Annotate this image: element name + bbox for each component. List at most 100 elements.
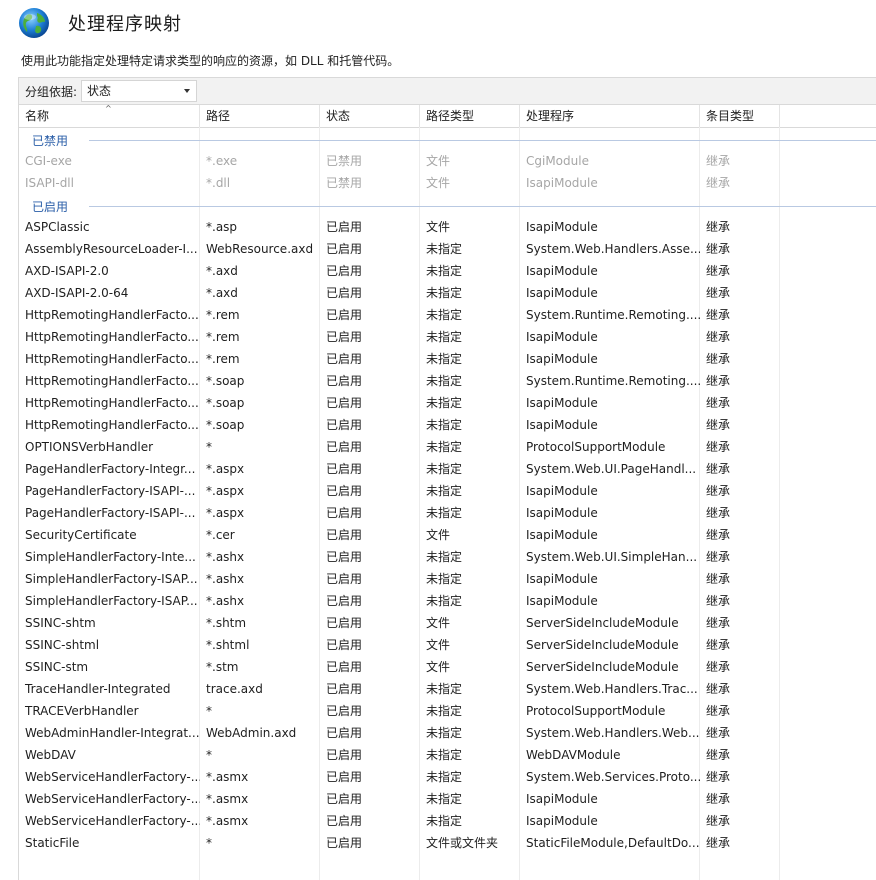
cell-state: 已启用 <box>326 748 363 762</box>
group-header[interactable]: 已禁用 <box>19 128 876 150</box>
cell-entry-type: 继承 <box>706 352 731 366</box>
cell-state: 已启用 <box>326 528 363 542</box>
table-row[interactable]: HttpRemotingHandlerFacto... *.rem 已启用 未指定 Is… <box>19 326 876 348</box>
cell-entry-type: 继承 <box>706 484 731 498</box>
handler-mappings-list: 分组依据: 状态 名称 ^ 路径 状态 路径类型 处理程序 条目类型 已禁用 CG… <box>18 77 876 880</box>
cell-state: 已启用 <box>326 506 363 520</box>
cell-path-type: 未指定 <box>426 264 463 278</box>
cell-path-type: 未指定 <box>426 770 463 784</box>
table-row[interactable]: WebAdminHandler-Integrat... WebAdmin.axd 已… <box>19 722 876 744</box>
table-row[interactable]: HttpRemotingHandlerFacto... *.rem 已启用 未指定 Is… <box>19 348 876 370</box>
cell-entry-type: 继承 <box>706 176 731 190</box>
table-row[interactable]: SSINC-shtm *.shtm 已启用 文件 ServerSideIncludeMo… <box>19 612 876 634</box>
cell-name: HttpRemotingHandlerFacto... <box>25 396 199 410</box>
table-row[interactable]: PageHandlerFactory-ISAPI-... *.aspx 已启用 未指定… <box>19 480 876 502</box>
column-header-state[interactable]: 状态 <box>320 105 420 127</box>
cell-path-type: 未指定 <box>426 572 463 586</box>
cell-state: 已启用 <box>326 550 363 564</box>
table-row[interactable]: SimpleHandlerFactory-ISAP... *.ashx 已启用 未指定… <box>19 568 876 590</box>
cell-path: trace.axd <box>206 682 263 696</box>
table-row[interactable]: StaticFile * 已启用 文件或文件夹 StaticFileModule,Def… <box>19 832 876 854</box>
cell-state: 已启用 <box>326 242 363 256</box>
cell-entry-type: 继承 <box>706 286 731 300</box>
table-row[interactable]: SimpleHandlerFactory-Inte... *.ashx 已启用 未指定… <box>19 546 876 568</box>
cell-state: 已启用 <box>326 638 363 652</box>
cell-path: *.soap <box>206 374 245 388</box>
table-row[interactable]: AXD-ISAPI-2.0-64 *.axd 已启用 未指定 IsapiModule 继承 <box>19 282 876 304</box>
table-row[interactable]: PageHandlerFactory-Integr... *.aspx 已启用 未指定… <box>19 458 876 480</box>
cell-name: PageHandlerFactory-Integr... <box>25 462 196 476</box>
table-row[interactable]: HttpRemotingHandlerFacto... *.rem 已启用 未指定 Sy… <box>19 304 876 326</box>
cell-path-type: 文件 <box>426 528 451 542</box>
group-header[interactable]: 已启用 <box>19 194 876 216</box>
cell-path-type: 未指定 <box>426 330 463 344</box>
table-row[interactable]: WebDAV * 已启用 未指定 WebDAVModule 继承 <box>19 744 876 766</box>
cell-path-type: 未指定 <box>426 814 463 828</box>
cell-path-type: 未指定 <box>426 396 463 410</box>
table-row[interactable]: HttpRemotingHandlerFacto... *.soap 已启用 未指定 I… <box>19 392 876 414</box>
cell-entry-type: 继承 <box>706 616 731 630</box>
table-row[interactable]: WebServiceHandlerFactory-... *.asmx 已启用 未指定… <box>19 788 876 810</box>
table-row[interactable]: HttpRemotingHandlerFacto... *.soap 已启用 未指定 S… <box>19 370 876 392</box>
cell-path: *.ashx <box>206 594 245 608</box>
table-row[interactable]: PageHandlerFactory-ISAPI-... *.aspx 已启用 未指定… <box>19 502 876 524</box>
cell-entry-type: 继承 <box>706 308 731 322</box>
cell-entry-type: 继承 <box>706 440 731 454</box>
cell-handler: System.Web.Handlers.Web... <box>526 726 700 740</box>
cell-handler: IsapiModule <box>526 506 598 520</box>
table-row[interactable]: TraceHandler-Integrated trace.axd 已启用 未指定 Sy… <box>19 678 876 700</box>
column-header-entry-type[interactable]: 条目类型 <box>700 105 780 127</box>
cell-path: *.cer <box>206 528 235 542</box>
cell-handler: System.Web.Services.Proto... <box>526 770 700 784</box>
table-row[interactable]: WebServiceHandlerFactory-... *.asmx 已启用 未指定… <box>19 810 876 832</box>
cell-path: *.aspx <box>206 506 245 520</box>
cell-state: 已启用 <box>326 682 363 696</box>
cell-path: * <box>206 836 212 850</box>
cell-path-type: 未指定 <box>426 506 463 520</box>
cell-state: 已启用 <box>326 462 363 476</box>
cell-name: OPTIONSVerbHandler <box>25 440 154 454</box>
table-row[interactable]: SimpleHandlerFactory-ISAP... *.ashx 已启用 未指定… <box>19 590 876 612</box>
cell-path-type: 未指定 <box>426 418 463 432</box>
cell-state: 已启用 <box>326 286 363 300</box>
cell-path-type: 未指定 <box>426 550 463 564</box>
table-row[interactable]: ASPClassic *.asp 已启用 文件 IsapiModule 继承 <box>19 216 876 238</box>
cell-entry-type: 继承 <box>706 726 731 740</box>
table-row[interactable]: ISAPI-dll *.dll 已禁用 文件 IsapiModule 继承 <box>19 172 876 194</box>
cell-path-type: 未指定 <box>426 748 463 762</box>
cell-handler: IsapiModule <box>526 220 598 234</box>
cell-path-type: 文件 <box>426 176 451 190</box>
table-row[interactable]: SSINC-shtml *.shtml 已启用 文件 ServerSideInclude… <box>19 634 876 656</box>
cell-path: * <box>206 440 212 454</box>
column-header-row: 名称 ^ 路径 状态 路径类型 处理程序 条目类型 <box>19 105 876 128</box>
column-header-handler[interactable]: 处理程序 <box>520 105 700 127</box>
cell-path: *.shtml <box>206 638 250 652</box>
table-row[interactable]: SecurityCertificate *.cer 已启用 文件 IsapiModule… <box>19 524 876 546</box>
cell-path: * <box>206 748 212 762</box>
cell-path-type: 未指定 <box>426 286 463 300</box>
cell-name: HttpRemotingHandlerFacto... <box>25 352 199 366</box>
column-header-path[interactable]: 路径 <box>200 105 320 127</box>
table-row[interactable]: OPTIONSVerbHandler * 已启用 未指定 ProtocolSupport… <box>19 436 876 458</box>
cell-name: WebServiceHandlerFactory-... <box>25 770 200 784</box>
table-row[interactable]: TRACEVerbHandler * 已启用 未指定 ProtocolSupportMo… <box>19 700 876 722</box>
table-row[interactable]: HttpRemotingHandlerFacto... *.soap 已启用 未指定 I… <box>19 414 876 436</box>
table-row[interactable]: SSINC-stm *.stm 已启用 文件 ServerSideIncludeModu… <box>19 656 876 678</box>
table-row[interactable]: AXD-ISAPI-2.0 *.axd 已启用 未指定 IsapiModule 继承 <box>19 260 876 282</box>
cell-state: 已启用 <box>326 836 363 850</box>
cell-handler: System.Runtime.Remoting.... <box>526 374 700 388</box>
cell-state: 已启用 <box>326 308 363 322</box>
group-by-dropdown[interactable]: 状态 <box>81 80 198 102</box>
cell-name: HttpRemotingHandlerFacto... <box>25 418 199 432</box>
cell-path-type: 文件 <box>426 154 451 168</box>
cell-entry-type: 继承 <box>706 704 731 718</box>
table-row[interactable]: CGI-exe *.exe 已禁用 文件 CgiModule 继承 <box>19 150 876 172</box>
column-header-path-type[interactable]: 路径类型 <box>420 105 520 127</box>
cell-handler: CgiModule <box>526 154 589 168</box>
group-by-toolbar: 分组依据: 状态 <box>19 78 876 105</box>
cell-path: WebResource.axd <box>206 242 314 256</box>
table-row[interactable]: AssemblyResourceLoader-I... WebResource.a… <box>19 238 876 260</box>
page-description: 使用此功能指定处理特定请求类型的响应的资源，如 DLL 和托管代码。 <box>21 54 400 68</box>
cell-path: *.exe <box>206 154 238 168</box>
table-row[interactable]: WebServiceHandlerFactory-... *.asmx 已启用 未指定… <box>19 766 876 788</box>
